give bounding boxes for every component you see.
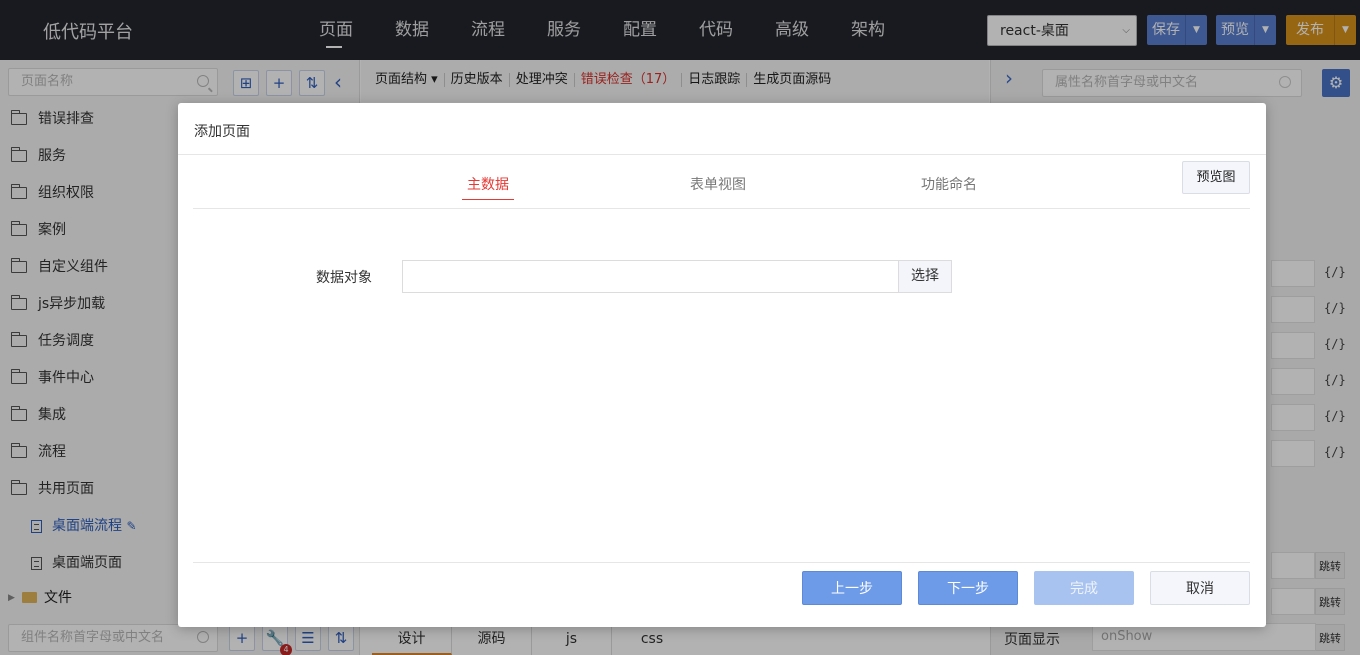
data-object-label: 数据对象	[316, 270, 372, 286]
finish-button[interactable]: 完成	[1034, 571, 1134, 605]
step-master-data[interactable]: 主数据	[462, 174, 514, 200]
wizard-steps: 主数据 表单视图 功能命名 预览图	[193, 155, 1250, 209]
dialog-title: 添加页面	[194, 124, 250, 140]
add-page-dialog: 添加页面 主数据 表单视图 功能命名 预览图 数据对象 选择 上一步 下一步 完…	[178, 103, 1266, 627]
step-function-naming[interactable]: 功能命名	[921, 174, 977, 199]
cancel-button[interactable]: 取消	[1150, 571, 1250, 605]
divider	[193, 562, 1250, 563]
prev-step-button[interactable]: 上一步	[802, 571, 902, 605]
next-step-button[interactable]: 下一步	[918, 571, 1018, 605]
step-form-view[interactable]: 表单视图	[690, 174, 746, 199]
data-object-input[interactable]	[402, 260, 899, 293]
preview-image-button[interactable]: 预览图	[1182, 161, 1250, 194]
select-data-object-button[interactable]: 选择	[898, 260, 952, 293]
